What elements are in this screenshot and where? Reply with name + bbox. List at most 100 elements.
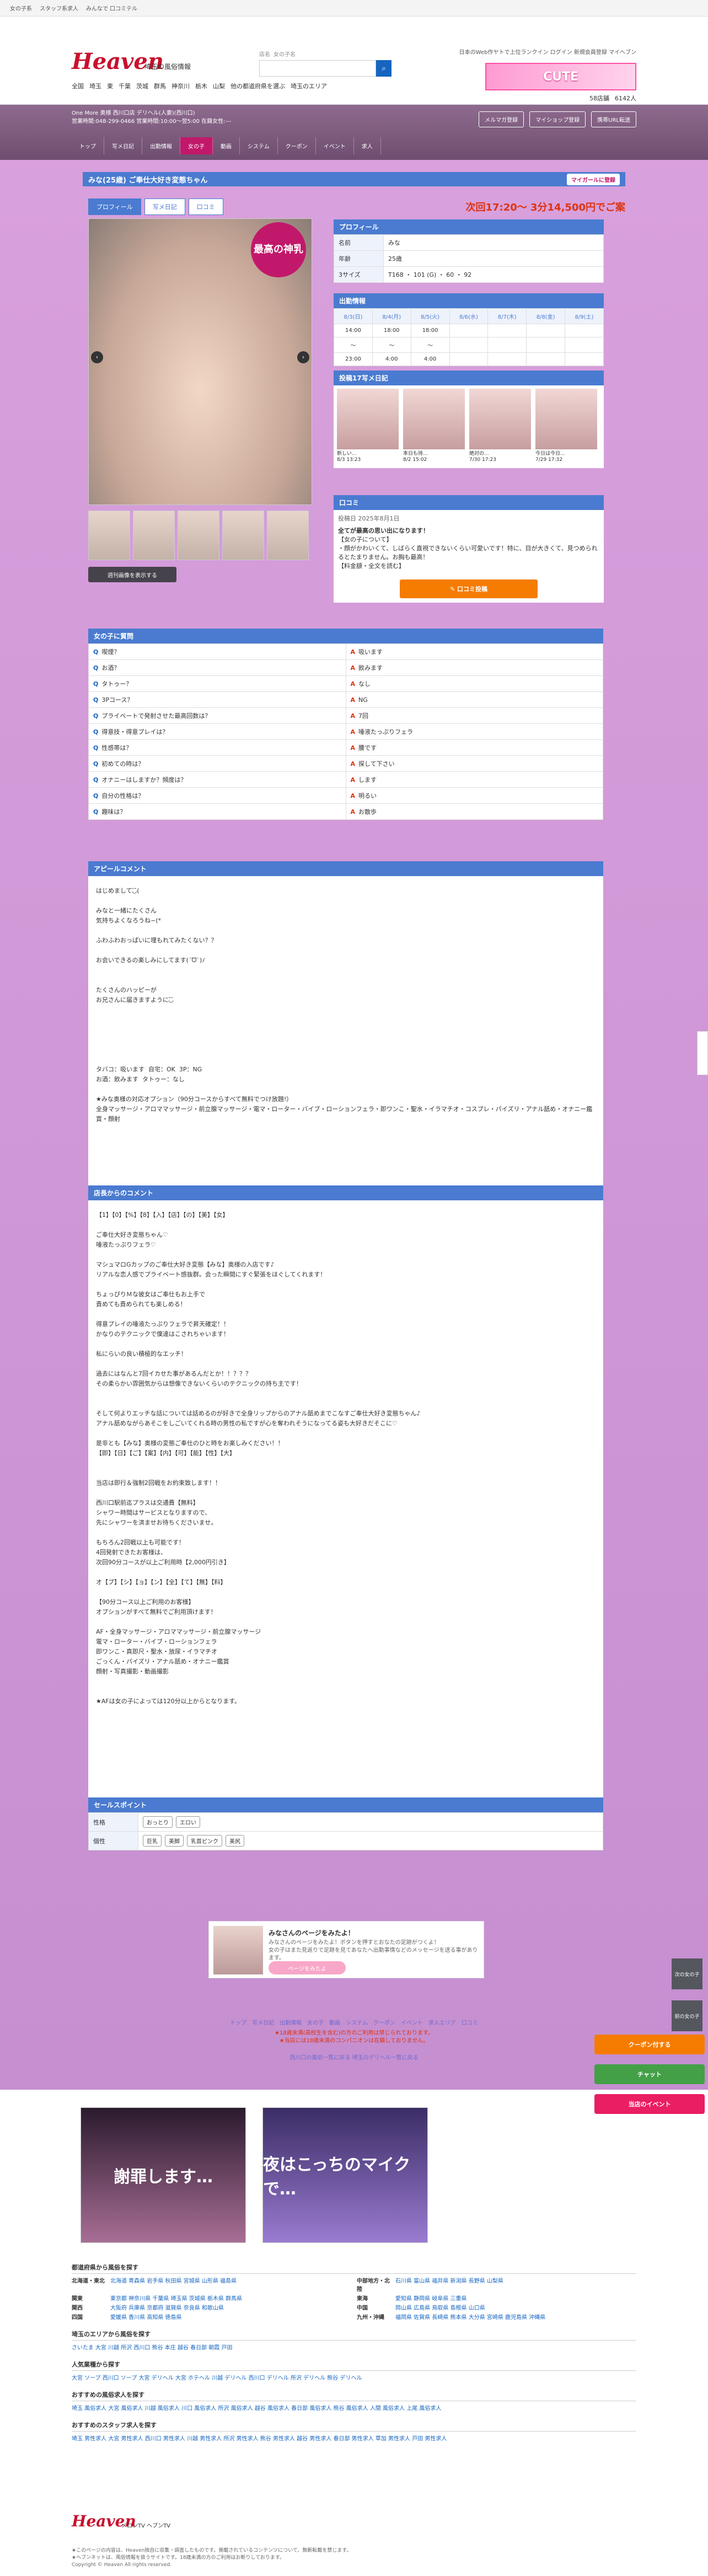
diary-card[interactable]: 本日も待... 8/2 15:02	[403, 389, 465, 465]
qa-question: Q 自分の性格は？	[88, 787, 346, 804]
region-link[interactable]: 埼玉のエリア	[291, 82, 327, 90]
coupon-button[interactable]: クーポン付する	[594, 2035, 705, 2054]
diary-date: 7/30 17:23	[469, 457, 497, 463]
qa-question: Q 得意技・得意プレイは？	[88, 723, 346, 740]
schedule-day: 8/6(水)	[449, 308, 489, 324]
area-links[interactable]: 北海道 青森県 岩手県 秋田県 宮城県 山形県 福島県	[110, 2277, 351, 2294]
search-input[interactable]	[259, 60, 376, 77]
area-links[interactable]: 岡山県 広島県 鳥取県 島根県 山口県	[395, 2304, 636, 2312]
region-link[interactable]: 東	[107, 82, 113, 90]
directory-links[interactable]: 埼玉 男性求人 大宮 男性求人 西川口 男性求人 川越 男性求人 所沢 男性求人…	[72, 2435, 636, 2443]
area-links[interactable]: 愛媛県 香川県 高知県 徳島県	[110, 2314, 351, 2322]
profile-section: プロフィール 名前 みな 年齢 25歳 3サイズ T168 ・ 101 (G) ・ 6…	[334, 219, 604, 283]
footer-link[interactable]: 口コミ	[462, 2018, 478, 2026]
shop-nav-item[interactable]: クーポン	[278, 137, 316, 154]
side-tool-strip[interactable]	[697, 1031, 708, 1075]
sales-tag: エロい	[176, 1816, 200, 1828]
mobile-url-button[interactable]: 携帯URL転送	[591, 111, 636, 127]
photo-thumbnail[interactable]	[133, 511, 175, 560]
directory-links[interactable]: 埼玉 風俗求人 大宮 風俗求人 川越 風俗求人 川口 風俗求人 所沢 風俗求人 …	[72, 2405, 636, 2413]
footer-service-links[interactable]: メロンTV ヘブンTV	[121, 2521, 170, 2529]
shop-nav-item[interactable]: 動画	[213, 137, 240, 154]
footer-link[interactable]: 出勤情報	[280, 2018, 302, 2026]
directory-links[interactable]: 大宮 ソープ 西川口 ソープ 大宮 デリヘル 大宮 ホテヘル 川越 デリヘル 西…	[72, 2374, 636, 2382]
footer-link[interactable]: 写メ日記	[252, 2018, 274, 2026]
ad-banner[interactable]: 謝罪します…	[81, 2107, 246, 2243]
shop-name[interactable]: One More 奥様 西川口店 デリヘル(人妻)(西川口)	[72, 109, 231, 117]
appeal-section: アピールコメント はじめまして◟̆◞̆( みなと一緒にたくさん 気持ちよくなろう…	[88, 861, 603, 1201]
footer-link[interactable]: クーポン	[373, 2018, 395, 2026]
shop-nav-item[interactable]: 求人	[354, 137, 381, 154]
photo-thumbnail[interactable]	[178, 511, 219, 560]
next-girl-button[interactable]: 次の女の子	[672, 1958, 702, 1989]
area-links[interactable]: 東京都 神奈川県 千葉県 埼玉県 茨城県 栃木県 群馬県	[110, 2295, 351, 2303]
tab-profile[interactable]: プロフィール	[88, 198, 141, 215]
photo-thumbnail[interactable]	[267, 511, 309, 560]
region-link[interactable]: 全国	[72, 82, 84, 90]
chat-button[interactable]: チャット	[594, 2064, 705, 2084]
footer-link[interactable]: システム	[346, 2018, 368, 2026]
chevron-left-icon[interactable]: ‹	[91, 351, 103, 363]
tab-review[interactable]: 口コミ	[188, 198, 223, 215]
diary-card[interactable]: 新しい... 8/3 13:23	[337, 389, 399, 465]
shop-nav-item-active[interactable]: 女の子	[180, 137, 213, 154]
chevron-right-icon[interactable]: ›	[297, 351, 309, 363]
region-link[interactable]: 埼玉	[89, 82, 101, 90]
region-link[interactable]: 栃木	[195, 82, 207, 90]
region-link[interactable]: 山梨	[213, 82, 225, 90]
footprint-button[interactable]: ページをみたよ	[269, 1961, 346, 1974]
region-link[interactable]: 神奈川	[171, 82, 190, 90]
shop-nav-item[interactable]: 写メ日記	[104, 137, 142, 154]
area-links[interactable]: 大阪府 兵庫県 京都府 滋賀県 奈良県 和歌山県	[110, 2304, 351, 2312]
section-title: 出勤情報	[334, 293, 604, 308]
topbar-item[interactable]: みんなで 口コミテル	[86, 4, 137, 12]
area-links[interactable]: 福岡県 佐賀県 長崎県 熊本県 大分県 宮崎県 鹿児島県 沖縄県	[395, 2314, 636, 2322]
schedule-day: 8/3(日)	[334, 308, 373, 324]
directory-links[interactable]: さいたま 大宮 川越 所沢 西川口 熊谷 本庄 越谷 春日部 朝霞 戸田	[72, 2344, 636, 2352]
section-title: アピールコメント	[88, 861, 603, 876]
event-button[interactable]: 当店のイベント	[594, 2094, 705, 2114]
region-link[interactable]: 他の都道府県を選ぶ	[230, 82, 285, 90]
ad-banner[interactable]: 夜はこっちのマイクで…	[262, 2107, 428, 2243]
post-review-button[interactable]: ✎ 口コミ投稿	[400, 579, 538, 598]
footer-link[interactable]: イベント	[401, 2018, 423, 2026]
area-links[interactable]: 愛知県 静岡県 岐阜県 三重県	[395, 2295, 636, 2303]
girl-main-photo[interactable]: 最高の神乳 ‹ ›	[88, 218, 312, 505]
search-tab-shop[interactable]: 店名	[259, 50, 270, 58]
cute-banner[interactable]: CUTE	[485, 63, 636, 90]
region-link[interactable]: 茨城	[136, 82, 148, 90]
mailmag-button[interactable]: メルマガ登録	[479, 111, 524, 127]
my-girl-button[interactable]: マイガールに登録	[567, 173, 620, 185]
schedule-cell	[487, 352, 527, 366]
region-link[interactable]: 千葉	[119, 82, 131, 90]
topbar-item[interactable]: スタッフ系求人	[40, 4, 78, 12]
photo-thumbnail[interactable]	[222, 511, 264, 560]
area-links[interactable]: 石川県 富山県 福井県 新潟県 長野県 山梨県	[395, 2277, 636, 2294]
footer-link[interactable]: 求人エリア	[428, 2018, 456, 2026]
prev-girl-button[interactable]: 前の女の子	[672, 2000, 702, 2031]
footprint-box: みなさんのページをみたよ！ みなさんのページをみたよ！ボタンを押すとおなたの足跡…	[208, 1921, 484, 1978]
qa-answer: A 明るい	[345, 787, 603, 804]
shop-nav-item[interactable]: 出勤情報	[142, 137, 180, 154]
shop-nav-item[interactable]: イベント	[316, 137, 354, 154]
footer-link[interactable]: 女の子	[307, 2018, 324, 2026]
schedule-cell: 18:00	[410, 324, 450, 337]
topbar-item[interactable]: 女の子系	[10, 4, 32, 12]
shop-nav: トップ 写メ日記 出勤情報 女の子 動画 システム クーポン イベント 求人	[72, 137, 381, 154]
diary-card[interactable]: 絶対の... 7/30 17:23	[469, 389, 531, 465]
footer-link[interactable]: 動画	[329, 2018, 340, 2026]
region-link[interactable]: 群馬	[154, 82, 166, 90]
shop-nav-item[interactable]: システム	[240, 137, 278, 154]
tab-diary[interactable]: 写メ日記	[144, 198, 185, 215]
photo-thumbnail[interactable]	[88, 511, 130, 560]
footer-link[interactable]: トップ	[230, 2018, 246, 2026]
view-photos-button[interactable]: 週刊画像を表示する	[88, 567, 176, 582]
diary-card[interactable]: 今日は今日... 7/29 17:32	[535, 389, 597, 465]
shop-nav-item[interactable]: トップ	[72, 137, 104, 154]
search-button[interactable]: ⌕	[376, 60, 391, 77]
header-account-links[interactable]: 日本のWeb作ヤトで上位ランクイン ログイン 新規会員登録 マイヘブン	[459, 47, 636, 56]
shop-hours: 営業時間:048-299-0466 営業時間:10:00〜翌5:00 在籍女性:…	[72, 119, 232, 125]
search-tab-girl[interactable]: 女の子名	[273, 50, 296, 58]
myshop-button[interactable]: マイショップ登録	[529, 111, 586, 127]
area-label: 関東	[72, 2296, 83, 2302]
